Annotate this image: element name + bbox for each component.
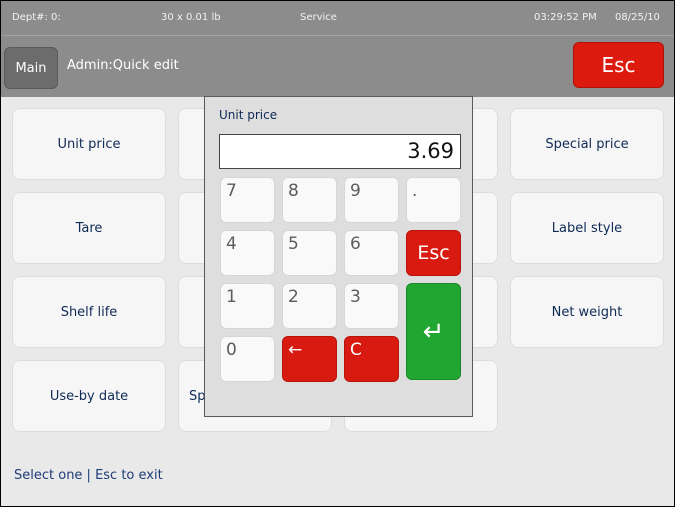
key-9[interactable]: 9: [344, 177, 399, 223]
key-2[interactable]: 2: [282, 283, 337, 329]
use-by-date-button[interactable]: Use-by date: [12, 360, 166, 432]
unit-price-button[interactable]: Unit price: [12, 108, 166, 180]
keypad-dialog: Unit price 3.69 7 8 9 . 4 5 6 Esc 1 2 3 …: [204, 96, 473, 417]
enter-key[interactable]: ↵: [406, 283, 461, 380]
main-button[interactable]: Main: [4, 47, 58, 89]
tare-button[interactable]: Tare: [12, 192, 166, 264]
key-4[interactable]: 4: [220, 230, 275, 276]
key-8[interactable]: 8: [282, 177, 337, 223]
special-price-button[interactable]: Special price: [510, 108, 664, 180]
mode-indicator: Service: [300, 12, 337, 23]
label-style-button[interactable]: Label style: [510, 192, 664, 264]
net-weight-button[interactable]: Net weight: [510, 276, 664, 348]
date-display: 08/25/10: [615, 12, 660, 23]
enter-icon: ↵: [422, 316, 445, 347]
keypad-title: Unit price: [219, 108, 278, 122]
backspace-icon: ←: [288, 340, 303, 360]
time-display: 03:29:52 PM: [534, 12, 597, 23]
keypad-esc-button[interactable]: Esc: [406, 230, 461, 276]
dept-indicator: Dept#: 0:: [12, 12, 61, 23]
backspace-key[interactable]: ←: [282, 336, 337, 382]
key-decimal[interactable]: .: [406, 177, 461, 223]
key-0[interactable]: 0: [220, 336, 275, 382]
page-title: Admin:Quick edit: [67, 58, 179, 73]
clear-key[interactable]: C: [344, 336, 399, 382]
key-7[interactable]: 7: [220, 177, 275, 223]
key-5[interactable]: 5: [282, 230, 337, 276]
instruction-text: Select one | Esc to exit: [14, 468, 163, 483]
shelf-life-button[interactable]: Shelf life: [12, 276, 166, 348]
status-bar: Dept#: 0: 30 x 0.01 lb Service 03:29:52 …: [1, 1, 674, 35]
key-1[interactable]: 1: [220, 283, 275, 329]
key-6[interactable]: 6: [344, 230, 399, 276]
header-bar: Main Admin:Quick edit Esc: [1, 35, 674, 97]
price-input[interactable]: 3.69: [219, 134, 461, 169]
screen: Dept#: 0: 30 x 0.01 lb Service 03:29:52 …: [1, 1, 674, 506]
esc-button[interactable]: Esc: [573, 42, 664, 88]
weight-indicator: 30 x 0.01 lb: [161, 12, 221, 23]
key-3[interactable]: 3: [344, 283, 399, 329]
